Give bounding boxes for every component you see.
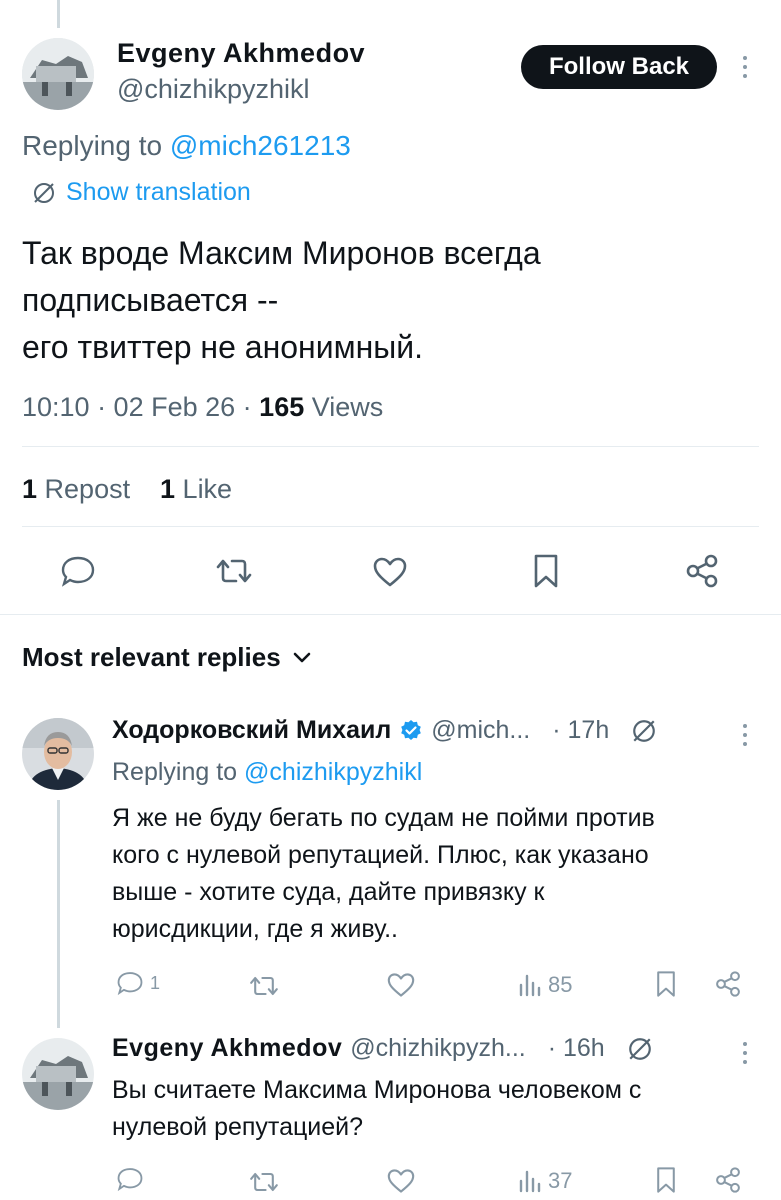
share-icon[interactable] (714, 1166, 742, 1194)
replying-prefix: Replying to (112, 758, 238, 786)
analytics-icon (518, 1169, 542, 1193)
likes-count: 1 (160, 474, 176, 504)
reply-avatar[interactable] (22, 718, 94, 790)
repost-icon[interactable] (248, 974, 280, 998)
like-icon[interactable] (386, 972, 416, 998)
divider (22, 446, 759, 447)
bookmark-icon[interactable] (532, 553, 560, 589)
replies-sort-dropdown[interactable]: Most relevant replies (22, 642, 311, 673)
reply-text-line: Вы считаете Максима Миронова человеком с (112, 1076, 642, 1104)
reply-header: Ходорковский Михаил @mich... · 17h (112, 716, 657, 745)
replying-handle[interactable]: @mich261213 (170, 130, 351, 161)
views-count: 165 (259, 392, 305, 422)
reply-text-line: нулевой репутацией? (112, 1113, 364, 1141)
repost-stats[interactable]: 1 Repost (22, 474, 130, 505)
reply-avatar[interactable] (22, 1038, 94, 1110)
share-icon[interactable] (714, 970, 742, 998)
bookmark-icon[interactable] (655, 1166, 677, 1194)
analytics-icon (518, 973, 542, 997)
reply-icon[interactable] (116, 1166, 144, 1192)
like-stats[interactable]: 1 Like (160, 474, 232, 505)
like-icon[interactable] (386, 1168, 416, 1194)
follow-back-button[interactable]: Follow Back (521, 45, 717, 89)
share-icon[interactable] (684, 553, 720, 589)
reply-replying-to: Replying to @chizhikpyzhikl (112, 758, 422, 787)
tweet-text-line: подписывается -- (22, 282, 279, 318)
reply-text: Я же не буду бегать по судам не пойми пр… (112, 800, 772, 948)
more-options-icon[interactable] (742, 56, 748, 78)
replies-sort-label: Most relevant replies (22, 642, 281, 672)
tweet-text-line: Так вроде Максим Миронов всегда (22, 235, 541, 271)
tweet-meta: 10:10 · 02 Feb 26 · 165 Views (22, 392, 383, 423)
reply-more-options-icon[interactable] (742, 1042, 748, 1064)
reply-time[interactable]: · 17h (552, 716, 609, 745)
reply-text: Вы считаете Максима Миронова человеком с… (112, 1072, 772, 1146)
show-translation-button[interactable]: Show translation (32, 178, 251, 207)
translate-icon[interactable] (631, 718, 657, 744)
repost-icon[interactable] (214, 556, 254, 586)
reply-icon[interactable] (60, 554, 96, 588)
like-icon[interactable] (372, 556, 408, 588)
tweet-text-line: его твиттер не анонимный. (22, 329, 424, 365)
reply-reply-button[interactable]: 1 (116, 970, 160, 996)
reply-text-line: Я же не буду бегать по судам не пойми пр… (112, 804, 655, 832)
bookmark-icon[interactable] (655, 970, 677, 998)
reply-text-line: кого с нулевой репутацией. Плюс, как ука… (112, 841, 649, 869)
reply-author-handle[interactable]: @mich... (431, 716, 530, 745)
views-button[interactable]: 37 (518, 1168, 572, 1194)
views-count: 85 (548, 972, 573, 997)
views-label: Views (311, 392, 384, 422)
likes-label: Like (182, 474, 233, 504)
reposts-label: Repost (44, 474, 131, 504)
replying-handle[interactable]: @chizhikpyzhikl (244, 758, 422, 786)
reposts-count: 1 (22, 474, 38, 504)
tweet-time[interactable]: 10:10 · 02 Feb 26 · (22, 392, 252, 422)
reply-more-options-icon[interactable] (742, 724, 748, 746)
show-translation-label: Show translation (66, 178, 251, 206)
translate-icon[interactable] (627, 1036, 653, 1062)
verified-icon (399, 719, 423, 743)
divider (22, 526, 759, 527)
repost-icon[interactable] (248, 1170, 280, 1194)
globe-icon (32, 181, 56, 205)
divider (0, 614, 781, 615)
replying-prefix: Replying to (22, 130, 163, 161)
reply-text-line: выше - хотите суда, дайте привязку к (112, 878, 545, 906)
author-name[interactable]: Evgeny Akhmedov (117, 38, 365, 69)
reply-header: Evgeny Akhmedov @chizhikpyzh... · 16h (112, 1034, 653, 1063)
tweet-text: Так вроде Максим Миронов всегда подписыв… (22, 230, 762, 371)
chevron-down-icon (293, 652, 311, 664)
thread-line-top (57, 0, 60, 28)
reply-author-name[interactable]: Ходорковский Михаил (112, 716, 391, 745)
reply-icon (116, 970, 144, 996)
reply-text-line: юрисдикции, где я живу.. (112, 915, 398, 943)
author-avatar[interactable] (22, 38, 94, 110)
views-count: 37 (548, 1168, 573, 1193)
reply-author-name[interactable]: Evgeny Akhmedov (112, 1034, 342, 1063)
views-button[interactable]: 85 (518, 972, 572, 998)
author-handle[interactable]: @chizhikpyzhikl (117, 74, 309, 105)
reply-count: 1 (150, 972, 161, 993)
reply-author-handle[interactable]: @chizhikpyzh... (350, 1034, 525, 1063)
replying-to: Replying to @mich261213 (22, 130, 351, 162)
thread-line (57, 800, 60, 1028)
reply-time[interactable]: · 16h (548, 1034, 605, 1063)
